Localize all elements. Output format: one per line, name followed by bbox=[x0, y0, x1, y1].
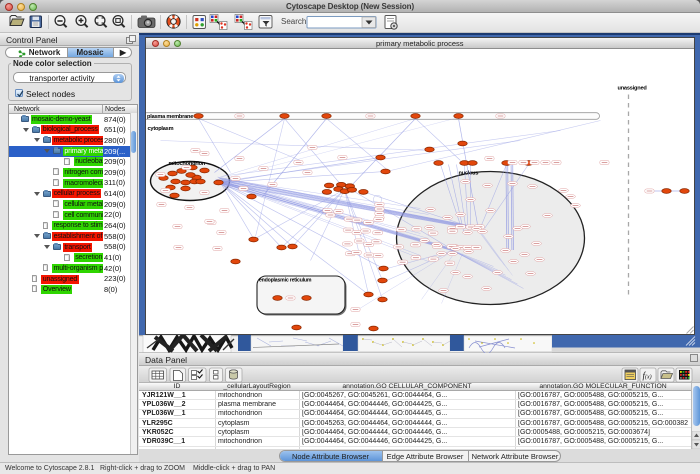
svg-text:endoplasmic reticulum: endoplasmic reticulum bbox=[259, 277, 312, 283]
svg-text:cytoplasm: cytoplasm bbox=[147, 126, 173, 132]
svg-text:Search:: Search: bbox=[281, 17, 309, 26]
svg-text:mitochondrion: mitochondrion bbox=[168, 161, 205, 167]
svg-text:unassigned: unassigned bbox=[617, 85, 647, 91]
svg-text:plasma membrane: plasma membrane bbox=[147, 113, 193, 119]
